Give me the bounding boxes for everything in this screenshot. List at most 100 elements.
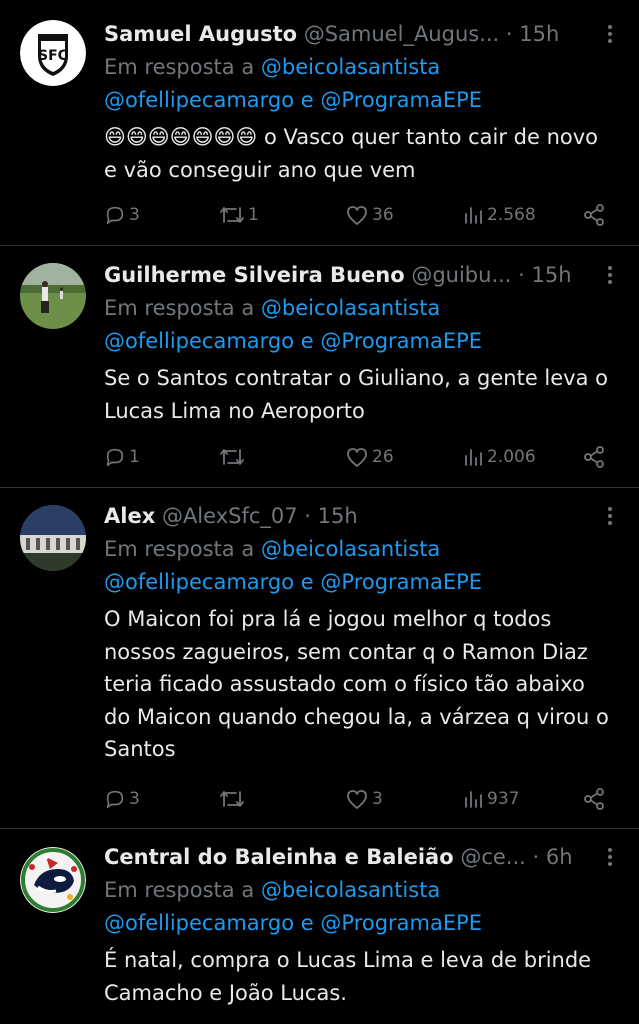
reply-prefix: Em resposta a bbox=[104, 296, 255, 320]
retweet-icon bbox=[220, 207, 244, 223]
tweet-text: Se o Santos contratar o Giuliano, a gent… bbox=[104, 366, 608, 423]
more-options-icon[interactable] bbox=[603, 505, 617, 527]
author-name[interactable]: Samuel Augusto bbox=[104, 22, 297, 46]
reply-context: Em resposta a @beicolasantista @ofellipe… bbox=[104, 874, 617, 940]
timestamp[interactable]: 6h bbox=[546, 845, 573, 869]
more-options-icon[interactable] bbox=[603, 846, 617, 868]
share-button[interactable] bbox=[582, 442, 606, 472]
reply-count: 1 bbox=[129, 447, 140, 467]
reply-button[interactable]: 1 bbox=[104, 442, 140, 472]
avatar[interactable]: SFC bbox=[20, 20, 86, 86]
like-count: 36 bbox=[372, 205, 394, 225]
author-handle[interactable]: @Samuel_Augus... bbox=[304, 22, 500, 46]
share-icon bbox=[584, 446, 604, 468]
reply-button[interactable]: 3 bbox=[104, 200, 140, 230]
mention-conjunction: e bbox=[300, 329, 314, 353]
retweet-button[interactable] bbox=[219, 784, 245, 814]
reply-icon bbox=[106, 790, 124, 809]
tweet-header: Alex @AlexSfc_07 · 15h bbox=[104, 499, 617, 533]
like-button[interactable]: 3 bbox=[345, 784, 383, 814]
retweet-button[interactable] bbox=[219, 442, 245, 472]
author-name[interactable]: Guilherme Silveira Bueno bbox=[104, 263, 405, 287]
author-handle[interactable]: @ce... bbox=[460, 845, 526, 869]
retweet-button[interactable]: 1 bbox=[219, 200, 259, 230]
avatar[interactable] bbox=[20, 505, 86, 571]
views-button[interactable]: 2.006 bbox=[462, 442, 536, 472]
heart-icon bbox=[347, 790, 367, 809]
mention-link[interactable]: @beicolasantista bbox=[261, 55, 440, 79]
author-name[interactable]: Central do Baleinha e Baleião bbox=[104, 845, 454, 869]
mention-link[interactable]: @ProgramaEPE bbox=[320, 329, 482, 353]
share-icon bbox=[584, 788, 604, 810]
reply-button[interactable]: 3 bbox=[104, 784, 140, 814]
mention-link[interactable]: @beicolasantista bbox=[261, 878, 440, 902]
mention-link[interactable]: @ProgramaEPE bbox=[320, 88, 482, 112]
heart-icon bbox=[347, 448, 367, 467]
mention-link[interactable]: @beicolasantista bbox=[261, 296, 440, 320]
separator-dot: · bbox=[505, 22, 513, 46]
tweet-text: É natal, compra o Lucas Lima e leva de b… bbox=[104, 948, 592, 1005]
views-chart-icon bbox=[465, 449, 482, 466]
author-handle[interactable]: @guibu... bbox=[411, 263, 511, 287]
mention-link[interactable]: @ProgramaEPE bbox=[320, 911, 482, 935]
author-handle[interactable]: @AlexSfc_07 bbox=[162, 504, 298, 528]
author-name[interactable]: Alex bbox=[104, 504, 155, 528]
avatar[interactable] bbox=[20, 847, 86, 913]
separator-dot: · bbox=[532, 845, 540, 869]
mention-link[interactable]: @ofellipecamargo bbox=[104, 88, 294, 112]
like-count: 26 bbox=[372, 447, 394, 467]
timestamp[interactable]: 15h bbox=[532, 263, 572, 287]
tweet[interactable]: Guilherme Silveira Bueno @guibu... · 15h… bbox=[0, 246, 639, 488]
reply-prefix: Em resposta a bbox=[104, 878, 255, 902]
share-button[interactable] bbox=[582, 784, 606, 814]
orca-christmas-icon bbox=[20, 847, 86, 913]
views-button[interactable]: 2.568 bbox=[462, 200, 536, 230]
stadium-photo-icon bbox=[20, 505, 86, 571]
reply-icon bbox=[106, 206, 124, 225]
like-button[interactable]: 36 bbox=[345, 200, 394, 230]
mention-conjunction: e bbox=[300, 911, 314, 935]
tweet-header: Central do Baleinha e Baleião @ce... · 6… bbox=[104, 840, 617, 874]
action-bar: 1 26 2.006 bbox=[104, 442, 614, 472]
reply-context: Em resposta a @beicolasantista @ofellipe… bbox=[104, 51, 617, 117]
tweet-text: O Maicon foi pra lá e jogou melhor q tod… bbox=[104, 607, 609, 761]
action-bar: 3 3 937 bbox=[104, 784, 614, 814]
separator-dot: · bbox=[304, 504, 311, 528]
views-chart-icon bbox=[465, 791, 482, 808]
reply-count: 3 bbox=[129, 789, 140, 809]
tweet[interactable]: Central do Baleinha e Baleião @ce... · 6… bbox=[0, 829, 639, 1024]
mention-link[interactable]: @ProgramaEPE bbox=[320, 570, 482, 594]
like-button[interactable]: 26 bbox=[345, 442, 394, 472]
view-count: 2.006 bbox=[487, 447, 536, 467]
more-options-icon[interactable] bbox=[603, 264, 617, 286]
timestamp[interactable]: 15h bbox=[318, 504, 358, 528]
svg-text:SFC: SFC bbox=[38, 48, 68, 64]
tweet-header: Guilherme Silveira Bueno @guibu... · 15h bbox=[104, 258, 617, 292]
separator-dot: · bbox=[518, 263, 525, 287]
timestamp[interactable]: 15h bbox=[519, 22, 559, 46]
reply-context: Em resposta a @beicolasantista @ofellipe… bbox=[104, 533, 617, 599]
more-options-icon[interactable] bbox=[603, 23, 617, 45]
reply-count: 3 bbox=[129, 205, 140, 225]
mention-link[interactable]: @ofellipecamargo bbox=[104, 329, 294, 353]
mention-link[interactable]: @ofellipecamargo bbox=[104, 570, 294, 594]
tweet[interactable]: Alex @AlexSfc_07 · 15h Em resposta a @be… bbox=[0, 488, 639, 829]
tweet[interactable]: SFC Samuel Augusto @Samuel_Augus... · 15… bbox=[0, 0, 639, 246]
views-chart-icon bbox=[465, 207, 482, 224]
retweet-icon bbox=[220, 449, 244, 465]
tweet-text: 😄😄😄😄😄😄😄 o Vasco quer tanto cair de novo … bbox=[104, 121, 617, 186]
view-count: 937 bbox=[487, 789, 520, 809]
mention-link[interactable]: @beicolasantista bbox=[261, 537, 440, 561]
retweet-icon bbox=[220, 791, 244, 807]
view-count: 2.568 bbox=[487, 205, 536, 225]
share-button[interactable] bbox=[582, 200, 606, 230]
avatar[interactable] bbox=[20, 263, 86, 329]
mention-link[interactable]: @ofellipecamargo bbox=[104, 911, 294, 935]
like-count: 3 bbox=[372, 789, 383, 809]
action-bar: 3 1 36 2.568 bbox=[104, 200, 614, 230]
views-button[interactable]: 937 bbox=[462, 784, 519, 814]
share-icon bbox=[584, 204, 604, 226]
reply-context: Em resposta a @beicolasantista @ofellipe… bbox=[104, 292, 617, 358]
mention-conjunction: e bbox=[300, 570, 314, 594]
santos-fc-crest-icon: SFC bbox=[20, 20, 86, 86]
